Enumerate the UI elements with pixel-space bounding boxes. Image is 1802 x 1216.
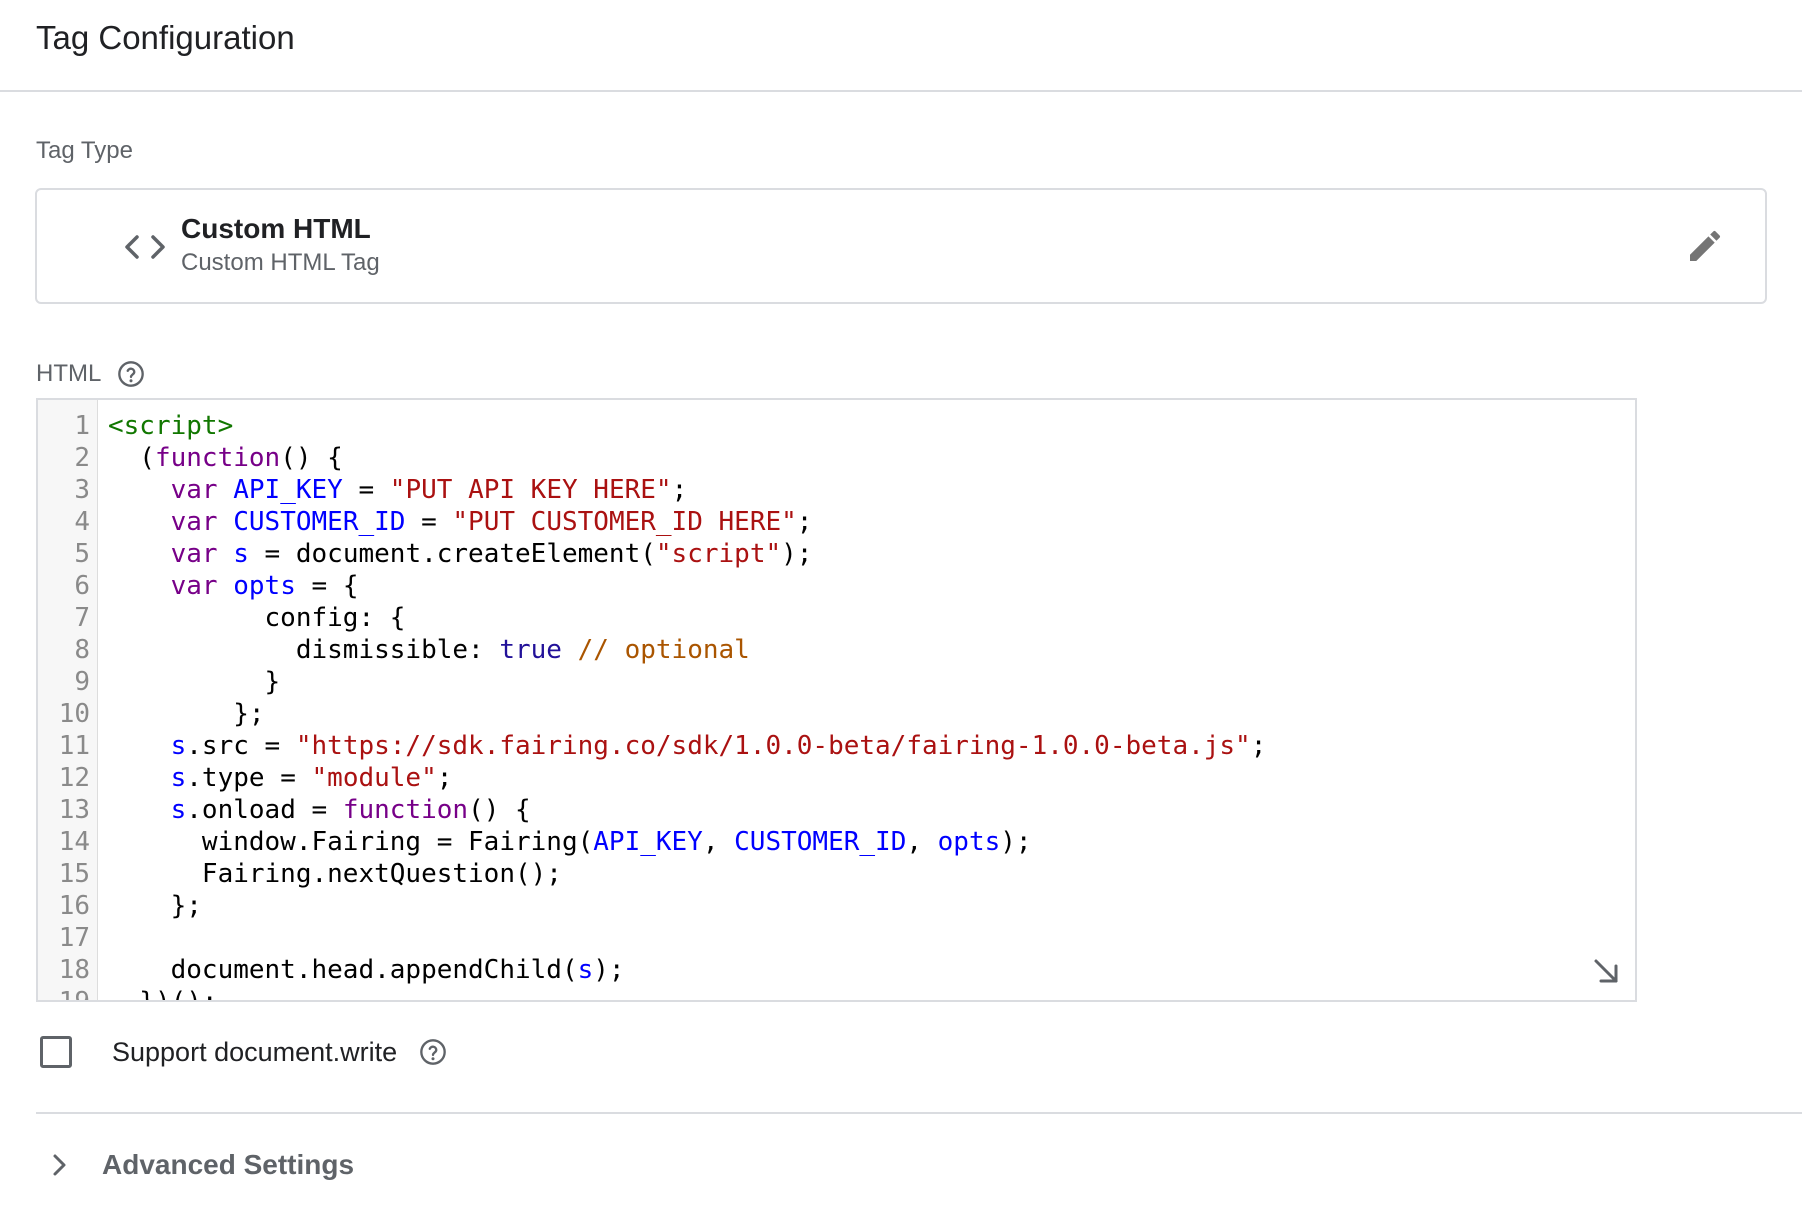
code-line: 17 bbox=[38, 922, 1635, 954]
code-line: 14 window.Fairing = Fairing(API_KEY, CUS… bbox=[38, 826, 1635, 858]
code-line: 3 var API_KEY = "PUT API KEY HERE"; bbox=[38, 474, 1635, 506]
line-number: 3 bbox=[74, 475, 90, 505]
code-line: 4 var CUSTOMER_ID = "PUT CUSTOMER_ID HER… bbox=[38, 506, 1635, 538]
advanced-settings-toggle[interactable]: Advanced Settings bbox=[48, 1148, 354, 1182]
line-text: var opts = { bbox=[170, 571, 359, 601]
line-text: } bbox=[108, 667, 281, 697]
line-text: var s = document.createElement("script")… bbox=[170, 539, 813, 569]
line-text: dismissible: true // optional bbox=[108, 635, 750, 665]
html-section-label: HTML bbox=[36, 359, 145, 389]
line-number: 14 bbox=[58, 827, 90, 857]
advanced-settings-label: Advanced Settings bbox=[102, 1149, 355, 1180]
html-code-editor[interactable]: 1 <script> 2 (function() { 3 var API_KEY … bbox=[36, 398, 1637, 1002]
tag-type-subtitle: Custom HTML Tag bbox=[181, 249, 380, 276]
code-line: 9 } bbox=[38, 666, 1635, 698]
chevron-right-icon bbox=[53, 1154, 66, 1176]
line-text bbox=[90, 922, 108, 954]
support-document-write-checkbox[interactable] bbox=[40, 1036, 72, 1068]
line-number: 19 bbox=[58, 987, 90, 1002]
tag-type-title: Custom HTML bbox=[181, 213, 371, 244]
help-icon[interactable] bbox=[117, 360, 145, 388]
code-line: 8 dismissible: true // optional bbox=[38, 634, 1635, 666]
header: Tag Configuration bbox=[0, 0, 1802, 92]
line-text: s.onload = function() { bbox=[170, 795, 531, 825]
line-text: Fairing.nextQuestion(); bbox=[108, 859, 562, 889]
code-line: 11 s.src = "https://sdk.fairing.co/sdk/1… bbox=[38, 730, 1635, 762]
support-document-write-label: Support document.write bbox=[112, 1037, 398, 1067]
line-text: var API_KEY = "PUT API KEY HERE"; bbox=[170, 475, 688, 505]
line-number: 2 bbox=[74, 443, 90, 473]
code-line: 6 var opts = { bbox=[38, 570, 1635, 602]
support-document-write-row[interactable]: Support document.write bbox=[40, 1036, 447, 1068]
code-line: 13 s.onload = function() { bbox=[38, 794, 1635, 826]
line-text: <script> bbox=[108, 411, 234, 441]
help-icon[interactable] bbox=[419, 1038, 447, 1066]
line-text: s.src = "https://sdk.fairing.co/sdk/1.0.… bbox=[170, 731, 1267, 761]
code-line: 15 Fairing.nextQuestion(); bbox=[38, 858, 1635, 890]
divider bbox=[36, 1112, 1802, 1114]
line-number: 12 bbox=[58, 763, 90, 793]
resize-icon[interactable] bbox=[1591, 956, 1621, 986]
tag-configuration-page: Tag Configuration Tag Type Custom HTML C… bbox=[0, 0, 1802, 1216]
line-number: 17 bbox=[58, 923, 90, 953]
line-text: s.type = "module"; bbox=[170, 763, 453, 793]
html-label-text: HTML bbox=[36, 360, 102, 387]
code-icon bbox=[125, 235, 165, 259]
line-text: }; bbox=[108, 699, 265, 729]
line-text: config: { bbox=[108, 603, 406, 633]
pencil-icon[interactable] bbox=[1685, 226, 1725, 266]
line-number: 18 bbox=[58, 955, 90, 985]
line-number: 11 bbox=[58, 731, 90, 761]
line-number: 9 bbox=[74, 667, 90, 697]
tag-type-card[interactable]: Custom HTML Custom HTML Tag bbox=[35, 188, 1767, 304]
code-line: 7 config: { bbox=[38, 602, 1635, 634]
line-number: 7 bbox=[74, 603, 90, 633]
line-text: }; bbox=[108, 891, 202, 921]
code-line: 12 s.type = "module"; bbox=[38, 762, 1635, 794]
code-line: 2 (function() { bbox=[38, 442, 1635, 474]
page-title: Tag Configuration bbox=[36, 19, 295, 56]
code-line: 1 <script> bbox=[38, 410, 1635, 442]
line-number: 1 bbox=[74, 411, 90, 441]
line-number: 6 bbox=[74, 571, 90, 601]
line-number: 16 bbox=[58, 891, 90, 921]
code-line: 18 document.head.appendChild(s); bbox=[38, 954, 1635, 986]
tag-type-label: Tag Type bbox=[36, 137, 133, 164]
line-text: window.Fairing = Fairing(API_KEY, CUSTOM… bbox=[108, 827, 1032, 857]
line-number: 4 bbox=[74, 507, 90, 537]
code-line: 19 })(); bbox=[38, 986, 1635, 1002]
line-number: 13 bbox=[58, 795, 90, 825]
code-line: 5 var s = document.createElement("script… bbox=[38, 538, 1635, 570]
line-number: 10 bbox=[58, 699, 90, 729]
code-line: 16 }; bbox=[38, 890, 1635, 922]
line-number: 5 bbox=[74, 539, 90, 569]
line-number: 15 bbox=[58, 859, 90, 889]
code-line: 10 }; bbox=[38, 698, 1635, 730]
code-lines: 1 <script> 2 (function() { 3 var API_KEY … bbox=[38, 410, 1635, 1002]
line-text: })(); bbox=[108, 987, 218, 1002]
line-text: (function() { bbox=[108, 443, 343, 473]
line-text: var CUSTOMER_ID = "PUT CUSTOMER_ID HERE"… bbox=[170, 507, 813, 537]
line-text: document.head.appendChild(s); bbox=[108, 955, 625, 985]
line-number: 8 bbox=[74, 635, 90, 665]
